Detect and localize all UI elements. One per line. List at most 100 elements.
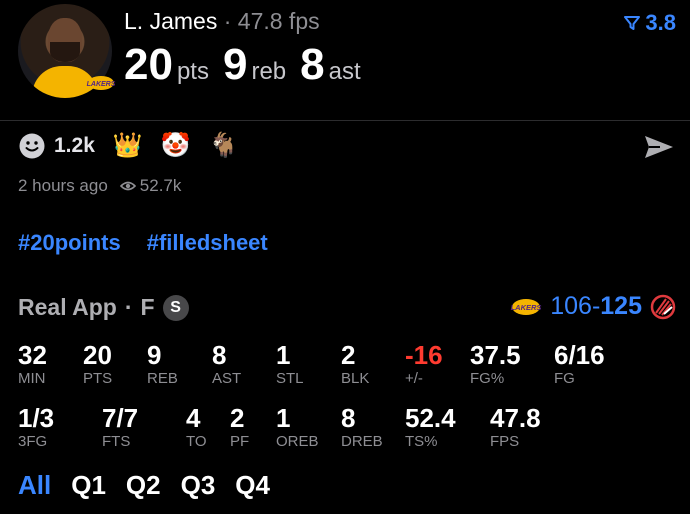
- stat-value: 6/16: [554, 340, 605, 370]
- svg-text:LAKERS: LAKERS: [87, 81, 116, 88]
- stat-ast: 8 AST: [212, 340, 241, 388]
- fps-label: 47.8 fps: [237, 8, 320, 34]
- pts-unit: pts: [176, 58, 209, 85]
- tab-q1[interactable]: Q1: [71, 470, 106, 501]
- stat-fts: 7/7 FTS: [102, 403, 138, 451]
- game-score[interactable]: LAKERS 106-125: [510, 292, 676, 321]
- stat-label: 3FG: [18, 433, 48, 450]
- views-value: 52.7k: [139, 176, 182, 195]
- stat-label: FPS: [490, 433, 520, 450]
- stat-value: 32: [18, 340, 47, 370]
- stat-label: OREB: [276, 433, 319, 450]
- ast-unit: ast: [328, 58, 361, 85]
- stat-value: 20: [83, 340, 112, 370]
- position-label: F: [140, 294, 155, 320]
- goat-icon[interactable]: 🐐: [209, 134, 239, 158]
- stat-reb: 9 REB: [147, 340, 178, 388]
- stat-value: 2: [341, 340, 356, 370]
- stat-label: FTS: [102, 433, 131, 450]
- reactions-bar: 1.2k 👑 🤡 🐐: [18, 132, 239, 160]
- pts-value: 20: [124, 40, 173, 89]
- stat-stl: 1 STL: [276, 340, 304, 388]
- stat-3fg: 1/3 3FG: [18, 403, 54, 451]
- rating-value: 3.8: [645, 10, 676, 35]
- hashtag-20points[interactable]: #20points: [18, 230, 121, 256]
- stat-pts: 20 PTS: [83, 340, 112, 388]
- stat-oreb: 1 OREB: [276, 403, 319, 451]
- stat-label: PF: [230, 433, 250, 450]
- stat-label: FG%: [470, 370, 505, 387]
- stat-label: TS%: [405, 433, 438, 450]
- separator-dot: ·: [124, 294, 133, 320]
- stat-value: -16: [405, 340, 443, 370]
- stat-value: 1: [276, 403, 291, 433]
- stat-plus-minus: -16 +/-: [405, 340, 443, 388]
- blazers-score: 125: [600, 292, 642, 320]
- stat-blk: 2 BLK: [341, 340, 369, 388]
- avatar-beard: [50, 42, 80, 62]
- svg-text:LAKERS: LAKERS: [511, 303, 542, 312]
- lakers-logo-icon: LAKERS: [511, 298, 542, 315]
- player-header-line: L. James · 47.8 fps: [124, 8, 320, 35]
- stat-value: 1/3: [18, 403, 55, 433]
- hashtags: #20points #filledsheet: [18, 230, 268, 256]
- stat-value: 8: [341, 403, 356, 433]
- header-divider: [0, 120, 690, 121]
- stat-label: STL: [276, 370, 304, 387]
- reb-unit: reb: [251, 58, 287, 85]
- stat-value: 37.5: [470, 340, 521, 370]
- stat-label: MIN: [18, 370, 46, 387]
- stat-fps: 47.8 FPS: [490, 403, 541, 451]
- reaction-count: 1.2k: [54, 134, 95, 157]
- lakers-logo-icon: LAKERS: [87, 76, 116, 90]
- reb-value: 9: [222, 40, 248, 89]
- stat-value: 8: [212, 340, 227, 370]
- smiley-icon: [19, 133, 45, 159]
- stat-value: 1: [276, 340, 291, 370]
- source-label: Real App: [18, 294, 117, 320]
- post-meta: 2 hours ago 52.7k: [18, 176, 181, 196]
- stat-fg: 6/16 FG: [554, 340, 605, 388]
- player-name[interactable]: L. James: [124, 8, 217, 34]
- headline-statline: 20 pts 9 reb 8 ast: [124, 40, 361, 90]
- tab-all[interactable]: All: [18, 470, 51, 501]
- stat-fg-pct: 37.5 FG%: [470, 340, 521, 388]
- stat-label: BLK: [341, 370, 370, 387]
- game-header: Real App · F S: [18, 294, 189, 321]
- stat-label: PTS: [83, 370, 113, 387]
- stat-label: AST: [212, 370, 242, 387]
- stat-value: 9: [147, 340, 162, 370]
- views-count: 52.7k: [119, 176, 182, 196]
- tab-q4[interactable]: Q4: [235, 470, 270, 501]
- post-time: 2 hours ago: [18, 176, 108, 195]
- stat-value: 4: [186, 403, 201, 433]
- starter-badge: S: [162, 294, 189, 321]
- stat-label: +/-: [405, 370, 423, 387]
- stat-value: 47.8: [490, 403, 541, 433]
- send-icon[interactable]: [642, 132, 676, 162]
- stat-to: 4 TO: [186, 403, 207, 451]
- stat-label: FG: [554, 370, 575, 387]
- eye-icon: [119, 181, 136, 191]
- stat-label: REB: [147, 370, 178, 387]
- stat-label: DREB: [341, 433, 383, 450]
- stat-min: 32 MIN: [18, 340, 47, 388]
- hashtag-filledsheet[interactable]: #filledsheet: [147, 230, 268, 256]
- reaction-button[interactable]: 1.2k: [18, 132, 95, 160]
- rating-badge[interactable]: 3.8: [623, 10, 676, 36]
- clown-icon[interactable]: 🤡: [161, 134, 191, 158]
- stat-label: TO: [186, 433, 207, 450]
- filter-icon: [624, 16, 641, 30]
- ast-value: 8: [300, 40, 325, 89]
- blazers-logo-icon: [650, 294, 676, 319]
- tab-q3[interactable]: Q3: [181, 470, 216, 501]
- stat-ts-pct: 52.4 TS%: [405, 403, 456, 451]
- stat-value: 7/7: [102, 403, 139, 433]
- stat-value: 52.4: [405, 403, 456, 433]
- tab-q2[interactable]: Q2: [126, 470, 161, 501]
- lakers-score: 106: [550, 292, 592, 320]
- stat-pf: 2 PF: [230, 403, 249, 451]
- stat-dreb: 8 DREB: [341, 403, 383, 451]
- crown-icon[interactable]: 👑: [113, 134, 143, 158]
- separator-dot: ·: [223, 8, 232, 34]
